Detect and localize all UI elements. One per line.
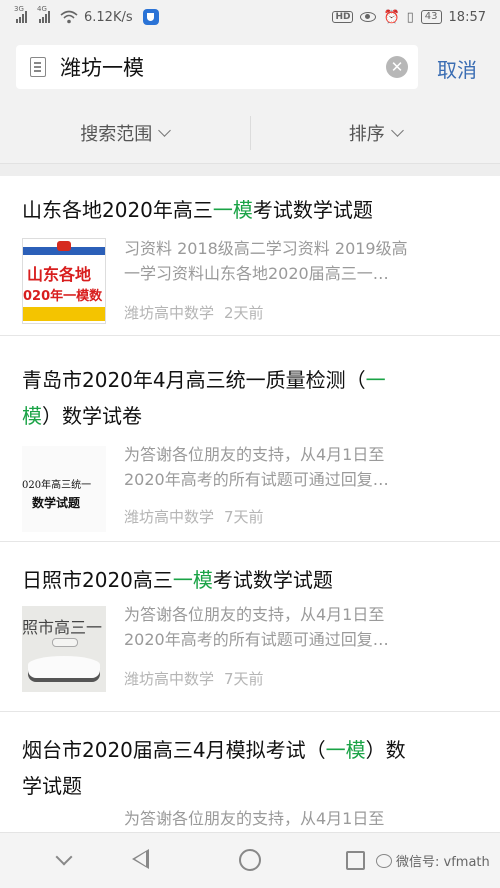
sort-label: 排序 bbox=[348, 123, 385, 145]
wechat-icon bbox=[376, 853, 392, 868]
watermark: 微信号: vfmath bbox=[374, 851, 492, 870]
result-item[interactable]: 青岛市2020年4月高三统一质量检测（一 模）数学试卷 020年高三统一 数学试… bbox=[0, 336, 500, 542]
signal-type-label-2: 4G bbox=[37, 5, 47, 13]
result-source: 潍坊高中数学 bbox=[124, 508, 215, 526]
result-title: 烟台市2020届高三4月模拟考试（一模）数 学试题 bbox=[22, 738, 406, 798]
search-box[interactable]: ✕ bbox=[16, 45, 418, 89]
filter-bar: 搜索范围 排序 bbox=[0, 102, 500, 164]
signal-icon: 3G bbox=[14, 5, 27, 23]
search-scope-filter[interactable]: 搜索范围 bbox=[0, 120, 250, 146]
result-title: 青岛市2020年4月高三统一质量检测（一 模）数学试卷 bbox=[22, 368, 386, 428]
result-snippet: 为答谢各位朋友的支持，从4月1日至 2020年高考的所有试题可通过回复… bbox=[124, 605, 389, 649]
back-icon[interactable] bbox=[132, 849, 149, 869]
hd-badge: HD bbox=[332, 11, 354, 23]
status-left: 3G 4G 6.12K/s bbox=[14, 5, 159, 25]
navigation-bar: 微信号: vfmath bbox=[0, 832, 500, 888]
status-right: HD ⏰ ▯ 43 18:57 bbox=[332, 10, 486, 25]
battery-icon: 43 bbox=[420, 10, 442, 24]
signal-icon-2: 4G bbox=[37, 5, 50, 23]
network-speed: 6.12K/s bbox=[84, 9, 133, 25]
result-time: 7天前 bbox=[224, 508, 264, 526]
result-meta: 潍坊高中数学 7天前 bbox=[124, 506, 264, 527]
result-snippet: 为答谢各位朋友的支持，从4月1日至 2020年高考的所有试题可通过回复… bbox=[124, 445, 389, 489]
result-time: 7天前 bbox=[224, 670, 264, 688]
chevron-down-icon bbox=[158, 123, 172, 137]
eye-icon bbox=[360, 12, 377, 22]
clear-icon[interactable]: ✕ bbox=[386, 56, 408, 78]
result-snippet: 为答谢各位朋友的支持，从4月1日至 bbox=[124, 809, 385, 828]
results-list: 山东各地2020年高三一模考试数学试题 山东各地 020年一模数 习资料 201… bbox=[0, 176, 500, 832]
vibrate-icon: ▯ bbox=[406, 9, 414, 25]
result-source: 潍坊高中数学 bbox=[124, 304, 215, 322]
search-input[interactable] bbox=[60, 55, 360, 79]
result-meta: 潍坊高中数学 7天前 bbox=[124, 668, 264, 689]
result-item[interactable]: 烟台市2020届高三4月模拟考试（一模）数 学试题 为答谢各位朋友的支持，从4月… bbox=[0, 712, 500, 832]
result-source: 潍坊高中数学 bbox=[124, 670, 215, 688]
result-thumbnail: 照市高三一 bbox=[22, 606, 106, 692]
sort-filter[interactable]: 排序 bbox=[251, 120, 500, 146]
result-thumbnail: 020年高三统一 数学试题 bbox=[22, 446, 106, 532]
search-header: ✕ 取消 bbox=[0, 34, 500, 102]
result-snippet: 习资料 2018级高二学习资料 2019级高 一学习资料山东各地2020届高三一… bbox=[124, 239, 408, 283]
chevron-down-icon bbox=[390, 123, 404, 137]
result-title: 山东各地2020年高三一模考试数学试题 bbox=[22, 198, 373, 222]
cancel-button[interactable]: 取消 bbox=[437, 54, 477, 83]
shield-icon bbox=[142, 9, 159, 25]
document-icon bbox=[30, 57, 46, 77]
recents-icon[interactable] bbox=[346, 851, 365, 870]
result-item[interactable]: 日照市2020高三一模考试数学试题 照市高三一 为答谢各位朋友的支持，从4月1日… bbox=[0, 542, 500, 712]
watermark-text: 微信号: vfmath bbox=[396, 855, 490, 870]
home-icon[interactable] bbox=[239, 849, 261, 871]
status-bar: 3G 4G 6.12K/s HD ⏰ ▯ 43 18:57 bbox=[0, 0, 500, 34]
result-title: 日照市2020高三一模考试数学试题 bbox=[22, 568, 333, 592]
chevron-down-icon[interactable] bbox=[55, 848, 73, 866]
wifi-icon bbox=[60, 10, 78, 24]
result-meta: 潍坊高中数学 2天前 bbox=[124, 302, 264, 323]
result-time: 2天前 bbox=[224, 304, 264, 322]
alarm-icon: ⏰ bbox=[383, 9, 400, 25]
result-thumbnail: 山东各地 020年一模数 bbox=[22, 238, 106, 324]
search-scope-label: 搜索范围 bbox=[80, 123, 153, 145]
result-item[interactable]: 山东各地2020年高三一模考试数学试题 山东各地 020年一模数 习资料 201… bbox=[0, 176, 500, 336]
section-gap bbox=[0, 164, 500, 176]
clock: 18:57 bbox=[448, 9, 486, 25]
signal-type-label: 3G bbox=[14, 5, 24, 13]
